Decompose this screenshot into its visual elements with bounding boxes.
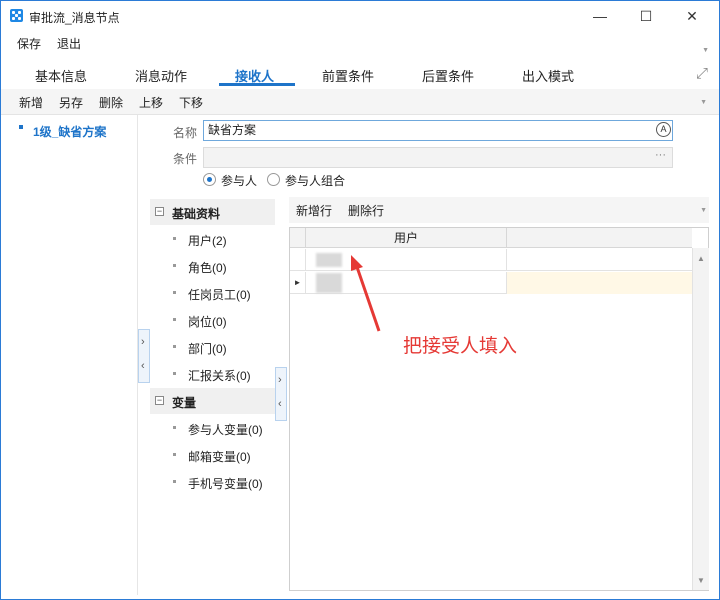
- window-title: 审批流_消息节点: [29, 11, 120, 25]
- category-item-label: 用户(2): [188, 234, 227, 248]
- bullet-icon: [173, 453, 176, 456]
- user-cell[interactable]: [306, 272, 507, 294]
- title-bar: 审批流_消息节点 — ☐ ✕: [1, 1, 719, 31]
- grid-header: 用户: [290, 228, 692, 248]
- current-row-arrow-icon: ►: [290, 272, 306, 294]
- collapse-left-icon[interactable]: ‹: [278, 398, 282, 410]
- category-item[interactable]: 角色(0): [150, 253, 275, 280]
- blurred-avatar: [316, 253, 342, 267]
- tab-postcondition[interactable]: 后置条件: [422, 66, 474, 85]
- condition-field[interactable]: [203, 147, 673, 168]
- menu-exit[interactable]: 退出: [57, 35, 81, 52]
- tab-in-out-mode[interactable]: 出入模式: [522, 66, 574, 85]
- expand-icon[interactable]: ⤢: [696, 65, 708, 82]
- collapse-left-icon[interactable]: ‹: [141, 360, 145, 372]
- middle-splitter[interactable]: › ‹: [275, 367, 287, 421]
- bullet-icon: [173, 318, 176, 321]
- tree-bullet-icon: [19, 125, 23, 129]
- radio-participant-group[interactable]: [267, 173, 280, 186]
- new-button[interactable]: 新增: [19, 94, 43, 111]
- category-item[interactable]: 参与人变量(0): [150, 415, 275, 442]
- category-item-label: 任岗员工(0): [188, 288, 251, 302]
- name-label: 名称: [173, 126, 198, 140]
- category-panel: − 基础资料 用户(2) 角色(0) 任岗员工(0) 岗位(0) 部门(0) 汇…: [150, 197, 275, 595]
- bullet-icon: [173, 291, 176, 294]
- close-button[interactable]: ✕: [669, 1, 715, 31]
- bullet-icon: [173, 345, 176, 348]
- category-item-label: 参与人变量(0): [188, 423, 263, 437]
- category-item-label: 邮箱变量(0): [188, 450, 251, 464]
- tab-precondition[interactable]: 前置条件: [322, 66, 374, 85]
- collapse-minus-icon[interactable]: −: [155, 207, 164, 216]
- category-item-label: 汇报关系(0): [188, 369, 251, 383]
- category-item[interactable]: 用户(2): [150, 226, 275, 253]
- add-row-button[interactable]: 新增行: [296, 202, 332, 219]
- category-item-label: 部门(0): [188, 342, 227, 356]
- toolbar-grip-icon: ▼: [700, 99, 707, 106]
- left-splitter[interactable]: › ‹: [138, 329, 150, 383]
- active-tab-indicator: [219, 83, 295, 86]
- category-item-label: 手机号变量(0): [188, 477, 263, 491]
- move-down-button[interactable]: 下移: [179, 94, 203, 111]
- menu-save[interactable]: 保存: [17, 35, 41, 52]
- expand-right-icon[interactable]: ›: [278, 374, 282, 386]
- tab-basic-info[interactable]: 基本信息: [35, 66, 87, 85]
- category-header-variables[interactable]: − 变量: [150, 388, 275, 414]
- category-title: 基础资料: [172, 207, 221, 221]
- category-item[interactable]: 岗位(0): [150, 307, 275, 334]
- category-item[interactable]: 任岗员工(0): [150, 280, 275, 307]
- bullet-icon: [173, 237, 176, 240]
- grid-toolbar-grip-icon: ▼: [700, 207, 707, 214]
- app-window: 审批流_消息节点 — ☐ ✕ 保存 退出 ▼ 基本信息 消息动作 接收人 前置条…: [0, 0, 720, 600]
- bullet-icon: [173, 426, 176, 429]
- toolbar: 新增 另存 删除 上移 下移 ▼: [1, 89, 719, 115]
- extra-cell[interactable]: [507, 272, 692, 294]
- name-field[interactable]: 缺省方案: [203, 120, 673, 141]
- annotation-arrow-icon: [351, 255, 381, 332]
- category-item-label: 角色(0): [188, 261, 227, 275]
- bullet-icon: [173, 480, 176, 483]
- collapse-minus-icon[interactable]: −: [155, 396, 164, 405]
- bullet-icon: [173, 264, 176, 267]
- grid-scrollbar[interactable]: ▲ ▼: [692, 248, 709, 590]
- delete-row-button[interactable]: 删除行: [348, 202, 384, 219]
- menubar-grip-icon: ▼: [702, 47, 709, 54]
- scroll-up-icon[interactable]: ▲: [697, 254, 705, 263]
- blurred-avatar: [316, 273, 342, 293]
- grid-toolbar: 新增行 删除行 ▼: [289, 197, 709, 223]
- move-up-button[interactable]: 上移: [139, 94, 163, 111]
- radio-participant[interactable]: [203, 173, 216, 186]
- category-item[interactable]: 汇报关系(0): [150, 361, 275, 388]
- delete-button[interactable]: 删除: [99, 94, 123, 111]
- maximize-button[interactable]: ☐: [623, 1, 669, 31]
- radio-participant-label[interactable]: 参与人: [221, 172, 257, 189]
- save-as-button[interactable]: 另存: [59, 94, 83, 111]
- category-item[interactable]: 邮箱变量(0): [150, 442, 275, 469]
- category-title: 变量: [172, 396, 197, 410]
- app-logo-icon: [10, 9, 23, 22]
- extra-cell[interactable]: [507, 249, 692, 271]
- tree-item-default-scheme[interactable]: 1级_缺省方案: [33, 123, 106, 140]
- tab-message-action[interactable]: 消息动作: [135, 66, 187, 85]
- condition-label: 条件: [173, 152, 198, 166]
- scroll-down-icon[interactable]: ▼: [697, 576, 705, 585]
- user-cell[interactable]: [306, 249, 507, 271]
- expand-right-icon[interactable]: ›: [141, 336, 145, 348]
- minimize-button[interactable]: —: [577, 1, 623, 31]
- row-indicator-header: [290, 228, 306, 248]
- annotation-text: 把接受人填入: [403, 336, 518, 357]
- bullet-icon: [173, 372, 176, 375]
- row-indicator: [290, 249, 306, 271]
- condition-ellipsis-icon[interactable]: ···: [655, 149, 666, 161]
- column-header-user[interactable]: 用户: [306, 228, 507, 248]
- tab-strip: 基本信息 消息动作 接收人 前置条件 后置条件 出入模式: [1, 61, 719, 91]
- radio-participant-group-label[interactable]: 参与人组合: [285, 172, 345, 189]
- category-header-basic[interactable]: − 基础资料: [150, 199, 275, 225]
- category-item[interactable]: 部门(0): [150, 334, 275, 361]
- category-item-label: 岗位(0): [188, 315, 227, 329]
- name-clear-icon[interactable]: A: [656, 122, 671, 137]
- menu-bar: 保存 退出: [1, 31, 719, 55]
- scheme-tree: 1级_缺省方案: [1, 115, 138, 595]
- category-item[interactable]: 手机号变量(0): [150, 469, 275, 496]
